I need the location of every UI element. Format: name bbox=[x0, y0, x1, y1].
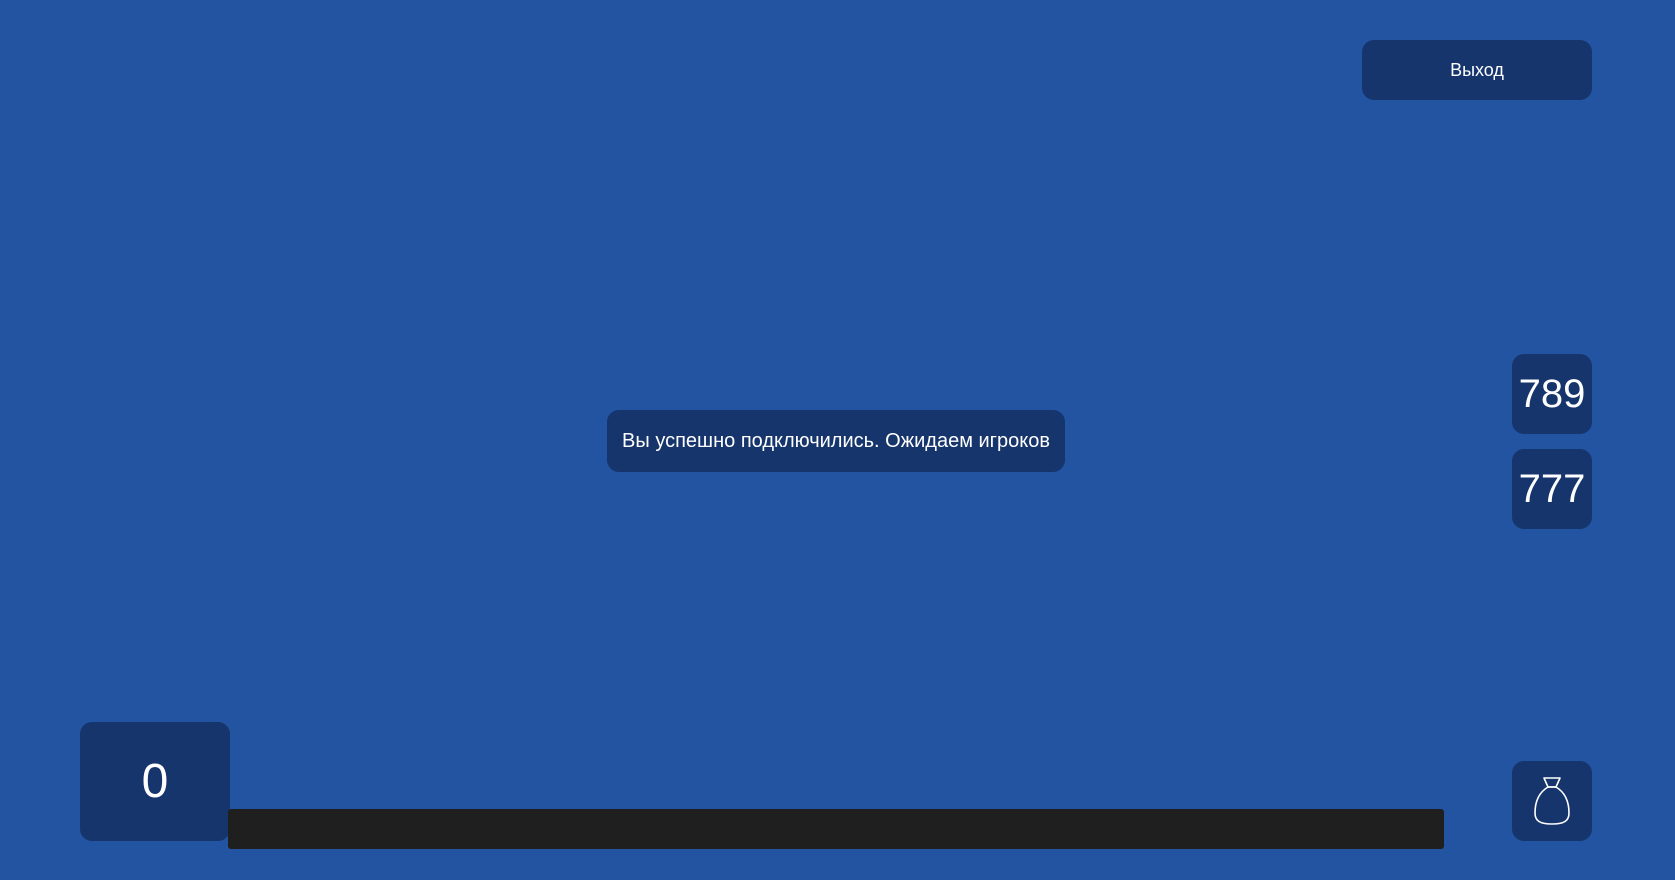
status-message: Вы успешно подключились. Ожидаем игроков bbox=[607, 410, 1065, 472]
progress-bar bbox=[228, 809, 1444, 849]
bag-button[interactable] bbox=[1512, 761, 1592, 841]
game-screen: Выход Вы успешно подключились. Ожидаем и… bbox=[0, 0, 1675, 880]
player-score: 0 bbox=[80, 722, 230, 841]
bag-icon bbox=[1534, 777, 1570, 825]
counter-bottom: 777 bbox=[1512, 449, 1592, 529]
exit-button[interactable]: Выход bbox=[1362, 40, 1592, 100]
counter-top: 789 bbox=[1512, 354, 1592, 434]
